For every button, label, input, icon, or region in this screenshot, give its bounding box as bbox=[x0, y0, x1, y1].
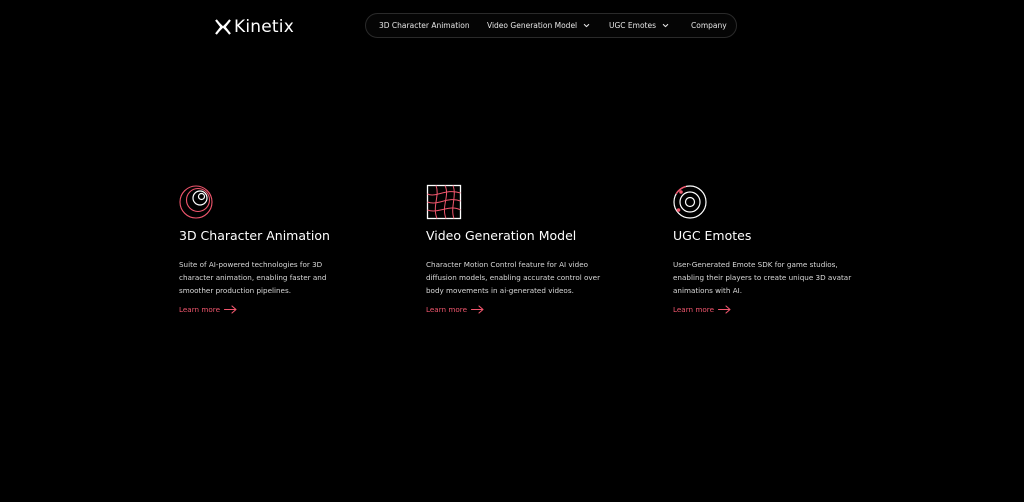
learn-more-link[interactable]: Learn more bbox=[673, 305, 731, 314]
nav-item-label: UGC Emotes bbox=[609, 21, 657, 30]
nav-item-label: Video Generation Model bbox=[487, 21, 578, 30]
learn-more-link[interactable]: Learn more bbox=[426, 305, 484, 314]
arrow-right-icon bbox=[471, 305, 484, 314]
card-description: Character Motion Control feature for AI … bbox=[426, 258, 606, 297]
card-description-line: enabling their players to create unique … bbox=[673, 273, 852, 282]
kinetix-x-mark-icon bbox=[215, 19, 231, 35]
card-description-line: body movements in ai-generated videos. bbox=[426, 286, 574, 295]
arrow-right-icon bbox=[718, 305, 731, 314]
arrow-right-icon bbox=[224, 305, 237, 314]
card-description-line: smoother production pipelines. bbox=[179, 286, 291, 295]
card-description-line: animations with AI. bbox=[673, 286, 743, 295]
chevron-down-icon bbox=[583, 23, 590, 28]
learn-more-label: Learn more bbox=[673, 305, 714, 314]
card-description-line: diffusion models, enabling accurate cont… bbox=[426, 273, 601, 282]
nav-item-ugc-emotes[interactable]: UGC Emotes bbox=[609, 14, 669, 37]
spiral-eye-icon bbox=[179, 185, 213, 219]
page: Kinetix 3D Character Animation Video Gen… bbox=[0, 0, 1024, 502]
learn-more-label: Learn more bbox=[426, 305, 467, 314]
nav-item-company[interactable]: Company bbox=[691, 14, 727, 37]
brand-name: Kinetix bbox=[234, 17, 294, 37]
card-description: Suite of AI-powered technologies for 3D … bbox=[179, 258, 359, 297]
main-nav: 3D Character Animation Video Generation … bbox=[365, 13, 737, 38]
nav-item-label: Company bbox=[691, 21, 727, 30]
card-title: Video Generation Model bbox=[426, 228, 577, 243]
learn-more-label: Learn more bbox=[179, 305, 220, 314]
chevron-down-icon bbox=[662, 23, 669, 28]
card-description-line: character animation, enabling faster and bbox=[179, 273, 327, 282]
card-title: UGC Emotes bbox=[673, 228, 752, 243]
orbit-circles-icon bbox=[673, 185, 707, 219]
card-description-line: User-Generated Emote SDK for game studio… bbox=[673, 260, 838, 269]
card-description-line: Suite of AI-powered technologies for 3D bbox=[179, 260, 323, 269]
card-title: 3D Character Animation bbox=[179, 228, 330, 243]
brand-logo[interactable]: Kinetix bbox=[214, 16, 294, 38]
nav-item-label: 3D Character Animation bbox=[379, 21, 470, 30]
learn-more-link[interactable]: Learn more bbox=[179, 305, 237, 314]
card-description: User-Generated Emote SDK for game studio… bbox=[673, 258, 853, 297]
nav-item-3d-character-animation[interactable]: 3D Character Animation bbox=[379, 14, 470, 37]
card-description-line: Character Motion Control feature for AI … bbox=[426, 260, 589, 269]
warped-grid-icon bbox=[426, 184, 462, 220]
nav-item-video-generation-model[interactable]: Video Generation Model bbox=[487, 14, 590, 37]
